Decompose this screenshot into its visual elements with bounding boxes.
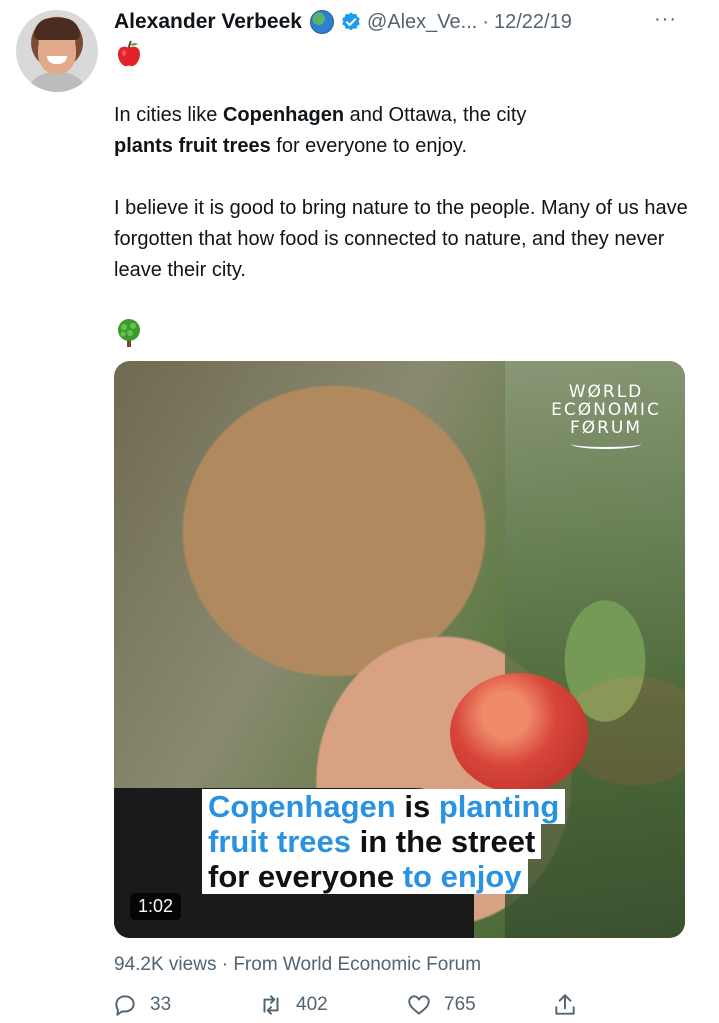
tweet-paragraph-2: I believe it is good to bring nature to … [114,197,688,281]
bold-plants-fruit-trees: plants fruit trees [114,135,271,157]
share-icon [555,994,575,1015]
share-button[interactable] [552,990,590,1020]
tweet-date[interactable]: 12/22/19 [494,11,572,34]
retweet-icon [263,995,279,1015]
tweet-text: In cities like Copenhagen and Ottawa, th… [114,100,694,317]
reply-count: 33 [150,994,172,1015]
header-separator: · [482,10,489,33]
more-icon[interactable]: ··· [654,8,677,31]
caption-line-3: for everyone to enjoy [202,859,528,894]
bold-copenhagen: Copenhagen [222,104,345,126]
author-avatar[interactable] [16,10,98,92]
author-name[interactable]: Alexander Verbeek [114,10,302,34]
retweet-count: 402 [296,994,328,1015]
tweet-paragraph-1: In cities like Copenhagen and Ottawa, th… [114,104,527,157]
tweet-header: Alexander Verbeek @Alex_Ve... · 12/22/19 [114,4,572,40]
like-count: 765 [444,994,476,1015]
caption-line-2: fruit trees in the street [202,824,542,859]
tree-emoji-icon [118,319,140,347]
reply-button[interactable]: 33 [112,990,171,1020]
action-bar: 33 402 765 [112,990,582,1020]
like-icon [408,995,430,1015]
video-duration: 1:02 [130,893,182,920]
reply-icon [115,995,135,1016]
caption-line-1: Copenhagen is planting [202,789,566,824]
video-caption: Copenhagen is planting fruit trees in th… [202,789,566,894]
verified-badge-icon [342,12,360,31]
video-player[interactable]: WØRLD ECØNOMIC FØRUM Copenhagen is plant… [114,361,685,938]
like-button[interactable]: 765 [406,990,476,1020]
retweet-button[interactable]: 402 [258,990,328,1020]
author-handle[interactable]: @Alex_Ve... [367,11,477,34]
views-line[interactable]: 94.2K views · From World Economic Forum [114,954,481,976]
globe-icon [309,10,334,34]
wef-logo: WØRLD ECØNOMIC FØRUM [546,383,666,449]
apple-emoji-icon [118,40,140,67]
apple-in-video [450,673,588,793]
